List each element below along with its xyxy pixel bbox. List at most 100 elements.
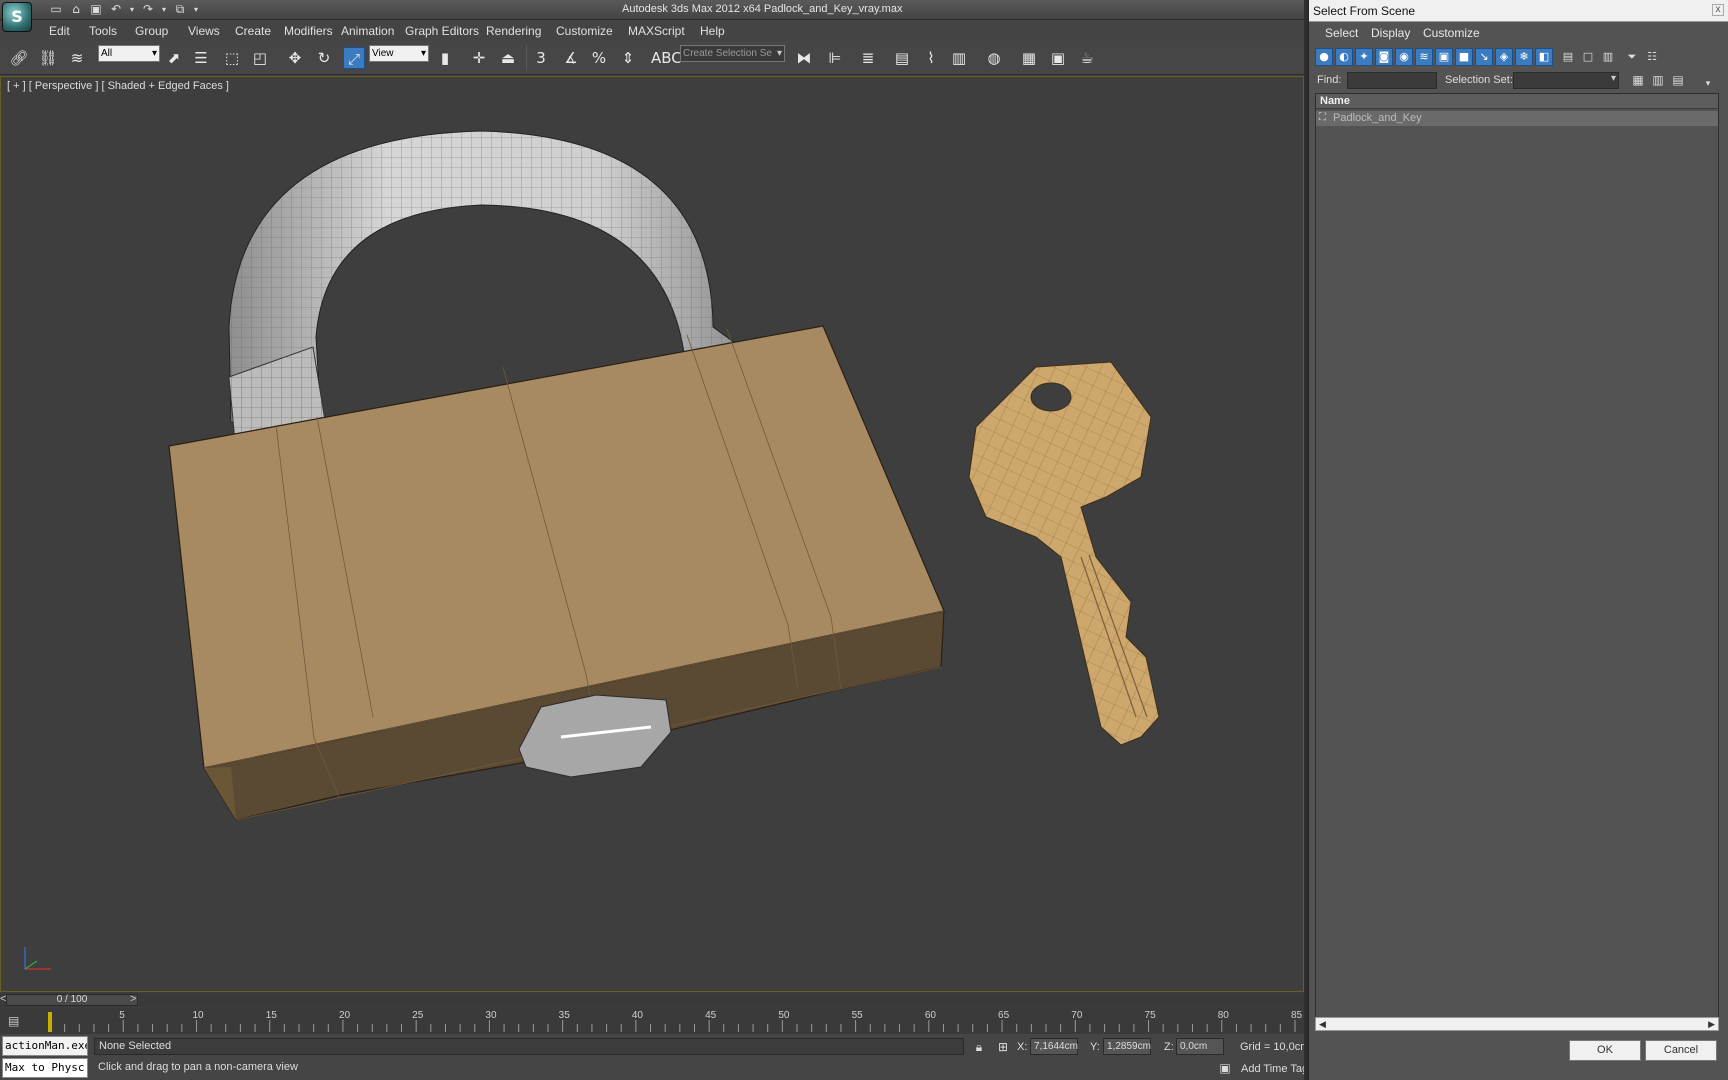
display-cameras-icon[interactable]: ◙ bbox=[1375, 48, 1393, 66]
percent-snap-icon[interactable]: % bbox=[588, 47, 610, 69]
spinner-snap-icon[interactable]: ⇕ bbox=[617, 47, 639, 69]
find-input[interactable] bbox=[1347, 72, 1437, 89]
select-manipulate-icon[interactable]: ✛ bbox=[468, 47, 490, 69]
menu-views[interactable]: Views bbox=[188, 24, 220, 38]
display-none-icon[interactable]: □ bbox=[1579, 48, 1597, 66]
create-selection-set-icon[interactable]: ▦ bbox=[1631, 73, 1645, 87]
open-file-icon[interactable]: ⌂ bbox=[68, 2, 84, 17]
ok-button[interactable]: OK bbox=[1569, 1040, 1641, 1061]
named-selection-sets-dropdown[interactable]: Create Selection Se bbox=[680, 45, 785, 62]
schematic-view-icon[interactable]: ▥ bbox=[948, 47, 970, 69]
display-containers-icon[interactable]: ◈ bbox=[1495, 48, 1513, 66]
add-to-selection-set-icon[interactable]: ▥ bbox=[1651, 73, 1665, 87]
select-object-icon[interactable]: ⬈ bbox=[163, 47, 185, 69]
menu-help[interactable]: Help bbox=[700, 24, 725, 38]
x-coord-field[interactable]: 7,1644cm bbox=[1030, 1038, 1078, 1055]
display-geometry-icon[interactable]: ● bbox=[1315, 48, 1333, 66]
filter-options-icon[interactable]: ☷ bbox=[1643, 48, 1661, 66]
edit-named-selection-icon[interactable]: ABC bbox=[651, 47, 682, 69]
display-xrefs-icon[interactable]: ■ bbox=[1455, 48, 1473, 66]
menu-tools[interactable]: Tools bbox=[89, 24, 117, 38]
maxscript-listener-output[interactable]: actionMan.exe bbox=[2, 1036, 88, 1056]
mirror-icon[interactable]: ⧓ bbox=[793, 47, 815, 69]
undo-icon[interactable]: ↶ bbox=[108, 2, 124, 17]
snaps-toggle-icon[interactable]: 3 bbox=[530, 47, 552, 69]
remove-from-selection-set-icon[interactable]: ▤ bbox=[1671, 73, 1685, 87]
add-time-tag-icon[interactable]: ▣ bbox=[1218, 1061, 1232, 1075]
selection-set-dropdown[interactable] bbox=[1513, 72, 1619, 89]
close-icon[interactable]: x bbox=[1712, 4, 1724, 16]
redo-dropdown-icon[interactable]: ▾ bbox=[160, 2, 168, 17]
scroll-left-icon[interactable]: ◀ bbox=[1319, 1018, 1326, 1030]
scene-object-list[interactable]: Name ⛶ Padlock_and_Key bbox=[1315, 93, 1719, 1031]
menu-modifiers[interactable]: Modifiers bbox=[284, 24, 333, 38]
reference-coordinate-dropdown[interactable]: View bbox=[369, 45, 429, 62]
cancel-button[interactable]: Cancel bbox=[1645, 1040, 1717, 1061]
absolute-mode-icon[interactable]: ⊞ bbox=[996, 1040, 1010, 1054]
display-all-icon[interactable]: ▤ bbox=[1559, 48, 1577, 66]
maxscript-listener-input[interactable]: Max to Physc. bbox=[2, 1058, 88, 1078]
menu-customize[interactable]: Customize bbox=[556, 24, 613, 38]
y-coord-field[interactable]: 1,2859cm bbox=[1103, 1038, 1151, 1055]
perspective-viewport[interactable]: [ + ] [ Perspective ] [ Shaded + Edged F… bbox=[0, 76, 1304, 992]
menu-animation[interactable]: Animation bbox=[341, 24, 394, 38]
dialog-toolbar-overflow-icon[interactable]: ▾ bbox=[1701, 77, 1715, 91]
bind-spacewarp-icon[interactable]: ≋ bbox=[66, 47, 88, 69]
add-time-tag-button[interactable]: Add Time Tag bbox=[1241, 1063, 1308, 1075]
undo-dropdown-icon[interactable]: ▾ bbox=[128, 2, 136, 17]
selection-filter-dropdown[interactable]: All bbox=[98, 45, 160, 62]
keyboard-shortcut-override-icon[interactable]: ⏏ bbox=[497, 47, 519, 69]
selection-lock-icon[interactable]: 🔒︎ bbox=[972, 1040, 986, 1054]
list-item[interactable]: ⛶ Padlock_and_Key bbox=[1316, 111, 1718, 126]
curve-editor-mini-icon[interactable]: ▤ bbox=[8, 1014, 30, 1028]
selection-region-icon[interactable]: ⬚ bbox=[221, 47, 243, 69]
scroll-right-icon[interactable]: ▶ bbox=[1708, 1018, 1715, 1030]
unlink-icon[interactable]: ⛓︎ bbox=[37, 47, 59, 69]
material-editor-icon[interactable]: ◍ bbox=[983, 47, 1005, 69]
render-production-icon[interactable]: ☕︎ bbox=[1076, 47, 1098, 69]
trackbar-ruler[interactable]: 5 10 15 20 25 30 35 40 45 50 55 60 65 70 75 80 85 bbox=[48, 1008, 1303, 1034]
select-by-name-icon[interactable]: ☰ bbox=[190, 47, 212, 69]
display-invert-icon[interactable]: ▥ bbox=[1599, 48, 1617, 66]
qat-dropdown-icon[interactable]: ▾ bbox=[192, 2, 200, 17]
time-slider[interactable]: 0 / 100 bbox=[6, 994, 138, 1006]
rendered-frame-window-icon[interactable]: ▣ bbox=[1047, 47, 1069, 69]
layer-manager-icon[interactable]: ≣ bbox=[857, 47, 879, 69]
redo-icon[interactable]: ↷ bbox=[140, 2, 156, 17]
dialog-menu-display[interactable]: Display bbox=[1371, 26, 1410, 40]
dialog-menu-customize[interactable]: Customize bbox=[1423, 26, 1480, 40]
graphite-ribbon-icon[interactable]: ▤ bbox=[891, 47, 913, 69]
display-lights-icon[interactable]: ✦ bbox=[1355, 48, 1373, 66]
window-crossing-icon[interactable]: ◰ bbox=[249, 47, 271, 69]
menu-rendering[interactable]: Rendering bbox=[486, 24, 541, 38]
trackbar[interactable]: ▤ 5 10 15 20 25 30 35 40 45 50 55 60 65 70 75 80 85 bbox=[0, 1008, 1308, 1034]
curve-editor-icon[interactable]: ⌇ bbox=[920, 47, 942, 69]
display-frozen-icon[interactable]: ❄ bbox=[1515, 48, 1533, 66]
time-next-button[interactable]: > bbox=[130, 993, 136, 1005]
display-hidden-icon[interactable]: ◧ bbox=[1535, 48, 1553, 66]
display-helpers-icon[interactable]: ◉ bbox=[1395, 48, 1413, 66]
align-icon[interactable]: ⊫ bbox=[824, 47, 846, 69]
name-column-header[interactable]: Name bbox=[1316, 94, 1718, 109]
key-model[interactable] bbox=[968, 361, 1160, 746]
current-frame-marker[interactable] bbox=[48, 1012, 52, 1032]
display-spacewarps-icon[interactable]: ≋ bbox=[1415, 48, 1433, 66]
display-shapes-icon[interactable]: ◐ bbox=[1335, 48, 1353, 66]
dialog-menu-select[interactable]: Select bbox=[1325, 26, 1358, 40]
angle-snap-icon[interactable]: ∡ bbox=[560, 47, 582, 69]
new-file-icon[interactable]: ▭ bbox=[48, 2, 64, 17]
menu-graph-editors[interactable]: Graph Editors bbox=[405, 24, 479, 38]
project-folder-icon[interactable]: ⧉ bbox=[172, 2, 188, 17]
menu-create[interactable]: Create bbox=[235, 24, 271, 38]
horizontal-scrollbar[interactable]: ◀ ▶ bbox=[1315, 1017, 1719, 1031]
filter-icon[interactable]: ⏷ bbox=[1623, 48, 1641, 66]
menu-maxscript[interactable]: MAXScript bbox=[628, 24, 685, 38]
save-file-icon[interactable]: ▣ bbox=[88, 2, 104, 17]
display-groups-icon[interactable]: ▣ bbox=[1435, 48, 1453, 66]
link-icon[interactable]: 🔗︎ bbox=[8, 47, 30, 69]
render-setup-icon[interactable]: ▦ bbox=[1018, 47, 1040, 69]
z-coord-field[interactable]: 0,0cm bbox=[1176, 1038, 1224, 1055]
menu-edit[interactable]: Edit bbox=[49, 24, 70, 38]
select-rotate-icon[interactable]: ↻ bbox=[313, 47, 335, 69]
pivot-center-icon[interactable]: ▮ bbox=[434, 47, 456, 69]
